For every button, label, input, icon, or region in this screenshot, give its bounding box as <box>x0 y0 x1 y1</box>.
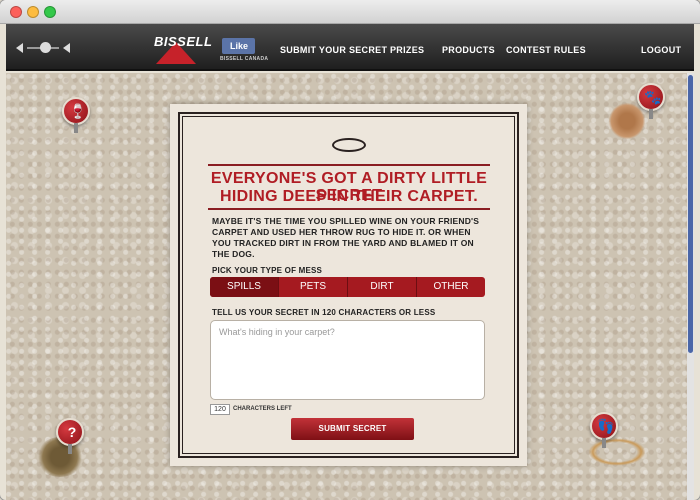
submit-secret-button[interactable]: SUBMIT SECRET <box>291 418 414 440</box>
volume-knob[interactable] <box>40 42 51 53</box>
like-label: Like <box>230 41 249 51</box>
pin-stem <box>602 438 606 448</box>
pin-stem <box>649 109 653 119</box>
tab-pets[interactable]: PETS <box>279 277 348 297</box>
nav-link-contest-rules[interactable]: CONTEST RULES <box>506 45 586 55</box>
question-icon: ? <box>56 418 84 446</box>
nav-link-products[interactable]: PRODUCTS <box>442 45 495 55</box>
secret-label: TELL US YOUR SECRET IN 120 CHARACTERS OR… <box>212 308 436 317</box>
speaker-mute-icon[interactable] <box>16 43 23 53</box>
pin-stem <box>68 444 72 454</box>
tab-dirt[interactable]: DIRT <box>348 277 417 297</box>
pin-stem <box>74 123 78 133</box>
headline-line-2: HIDING DEEP IN THEIR CARPET. <box>220 188 478 205</box>
flourish-ornament-icon <box>332 138 366 152</box>
like-subtitle: BISSELL CANADA <box>220 56 269 62</box>
footprints-icon: 👣 <box>590 412 618 440</box>
nav-link-submit-your-secret[interactable]: SUBMIT YOUR SECRET <box>280 45 387 55</box>
paw-icon: 🐾 <box>637 83 665 111</box>
characters-left-count: 120 <box>210 404 230 415</box>
title-bar <box>0 0 700 24</box>
facebook-like-button[interactable]: Like <box>222 38 255 54</box>
headline-rule-top <box>208 164 490 166</box>
intro-copy: MAYBE IT'S THE TIME YOU SPILLED WINE ON … <box>212 216 480 259</box>
pin-wine[interactable]: 🍷 <box>62 97 90 133</box>
pin-paw[interactable]: 🐾 <box>637 83 665 119</box>
mess-type-selector: SPILLS PETS DIRT OTHER <box>210 277 485 297</box>
secret-textarea[interactable]: What's hiding in your carpet? <box>210 320 485 400</box>
close-window-button[interactable] <box>10 6 22 18</box>
scrollbar[interactable] <box>687 73 694 500</box>
speaker-loud-icon[interactable] <box>63 43 70 53</box>
secret-form-card: EVERYONE'S GOT A DIRTY LITTLE SECRET HID… <box>170 104 527 466</box>
mess-type-label: PICK YOUR TYPE OF MESS <box>212 266 323 275</box>
headline-rule-bottom <box>208 208 490 210</box>
zoom-window-button[interactable] <box>44 6 56 18</box>
logo-text: BISSELL <box>154 34 213 49</box>
characters-left-label: CHARACTERS LEFT <box>233 406 292 412</box>
logout-link[interactable]: LOGOUT <box>641 45 681 55</box>
pin-footprints[interactable]: 👣 <box>590 412 618 448</box>
browser-window: BISSELL Like BISSELL CANADA SUBMIT YOUR … <box>0 0 700 500</box>
top-nav: BISSELL Like BISSELL CANADA SUBMIT YOUR … <box>6 24 694 71</box>
minimize-window-button[interactable] <box>27 6 39 18</box>
tab-spills[interactable]: SPILLS <box>210 277 279 297</box>
tab-other[interactable]: OTHER <box>417 277 485 297</box>
wine-glass-icon: 🍷 <box>62 97 90 125</box>
pin-question[interactable]: ? <box>56 418 84 454</box>
volume-control[interactable] <box>16 41 72 55</box>
bissell-logo[interactable]: BISSELL <box>146 30 216 66</box>
nav-link-prizes[interactable]: PRIZES <box>390 45 424 55</box>
scrollbar-thumb[interactable] <box>688 75 693 353</box>
